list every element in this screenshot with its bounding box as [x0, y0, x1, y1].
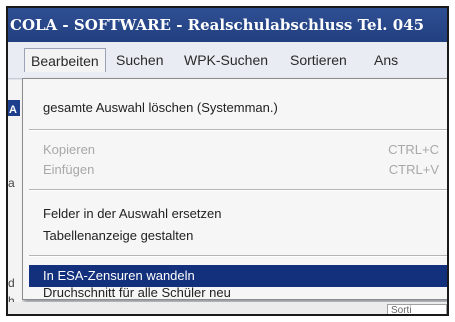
menu-separator: [29, 189, 447, 191]
menu-sortieren[interactable]: Sortieren: [284, 48, 353, 72]
menu-bar: Bearbeiten Suchen WPK-Suchen Sortieren A…: [8, 42, 447, 79]
menu-item-copy[interactable]: Kopieren CTRL+C: [29, 139, 447, 161]
menu-item-paste[interactable]: Einfügen CTRL+V: [29, 159, 447, 181]
menu-item-label: Felder in der Auswahl ersetzen: [43, 206, 222, 221]
menu-item-label: In ESA-Zensuren wandeln: [43, 268, 195, 283]
background-list: A a d h: [8, 80, 22, 314]
menu-item-clear-selection[interactable]: gesamte Auswahl löschen (Systemman.): [29, 97, 447, 119]
row-fragment: A: [9, 104, 17, 116]
title-bar: COLA - SOFTWARE - Realschulabschluss Tel…: [8, 8, 447, 42]
window-title: COLA - SOFTWARE - Realschulabschluss Tel…: [10, 16, 425, 34]
row-fragment: d: [8, 276, 15, 290]
menu-item-label: gesamte Auswahl löschen (Systemman.): [43, 100, 278, 115]
menu-bearbeiten[interactable]: Bearbeiten: [24, 48, 106, 72]
shortcut-label: CTRL+C: [388, 142, 439, 157]
app-window: COLA - SOFTWARE - Realschulabschluss Tel…: [6, 6, 449, 316]
menu-ans[interactable]: Ans: [368, 48, 404, 72]
menu-item-table-display[interactable]: Tabellenanzeige gestalten: [29, 225, 447, 247]
menu-separator: [29, 255, 447, 257]
status-strip: Sorti: [8, 302, 447, 314]
menu-separator: [29, 129, 447, 131]
menu-item-label: Einfügen: [43, 162, 95, 177]
menu-item-convert-esa[interactable]: In ESA-Zensuren wandeln: [29, 265, 447, 287]
sort-field[interactable]: Sorti: [387, 304, 447, 314]
menu-suchen[interactable]: Suchen: [110, 48, 169, 72]
row-fragment: a: [8, 176, 15, 190]
menu-item-recalc-average[interactable]: Druchschnitt für alle Schüler neu: [29, 285, 447, 300]
menu-item-label: Kopieren: [43, 142, 96, 157]
selected-row-marker: A: [8, 100, 20, 116]
menu-wpk-suchen[interactable]: WPK-Suchen: [178, 48, 274, 72]
shortcut-label: CTRL+V: [388, 162, 439, 177]
menu-item-label: Druchschnitt für alle Schüler neu: [43, 285, 231, 300]
menu-item-label: Tabellenanzeige gestalten: [43, 228, 194, 243]
menu-item-replace-fields[interactable]: Felder in der Auswahl ersetzen: [29, 203, 447, 225]
edit-menu-dropdown: gesamte Auswahl löschen (Systemman.) Kop…: [22, 78, 447, 300]
